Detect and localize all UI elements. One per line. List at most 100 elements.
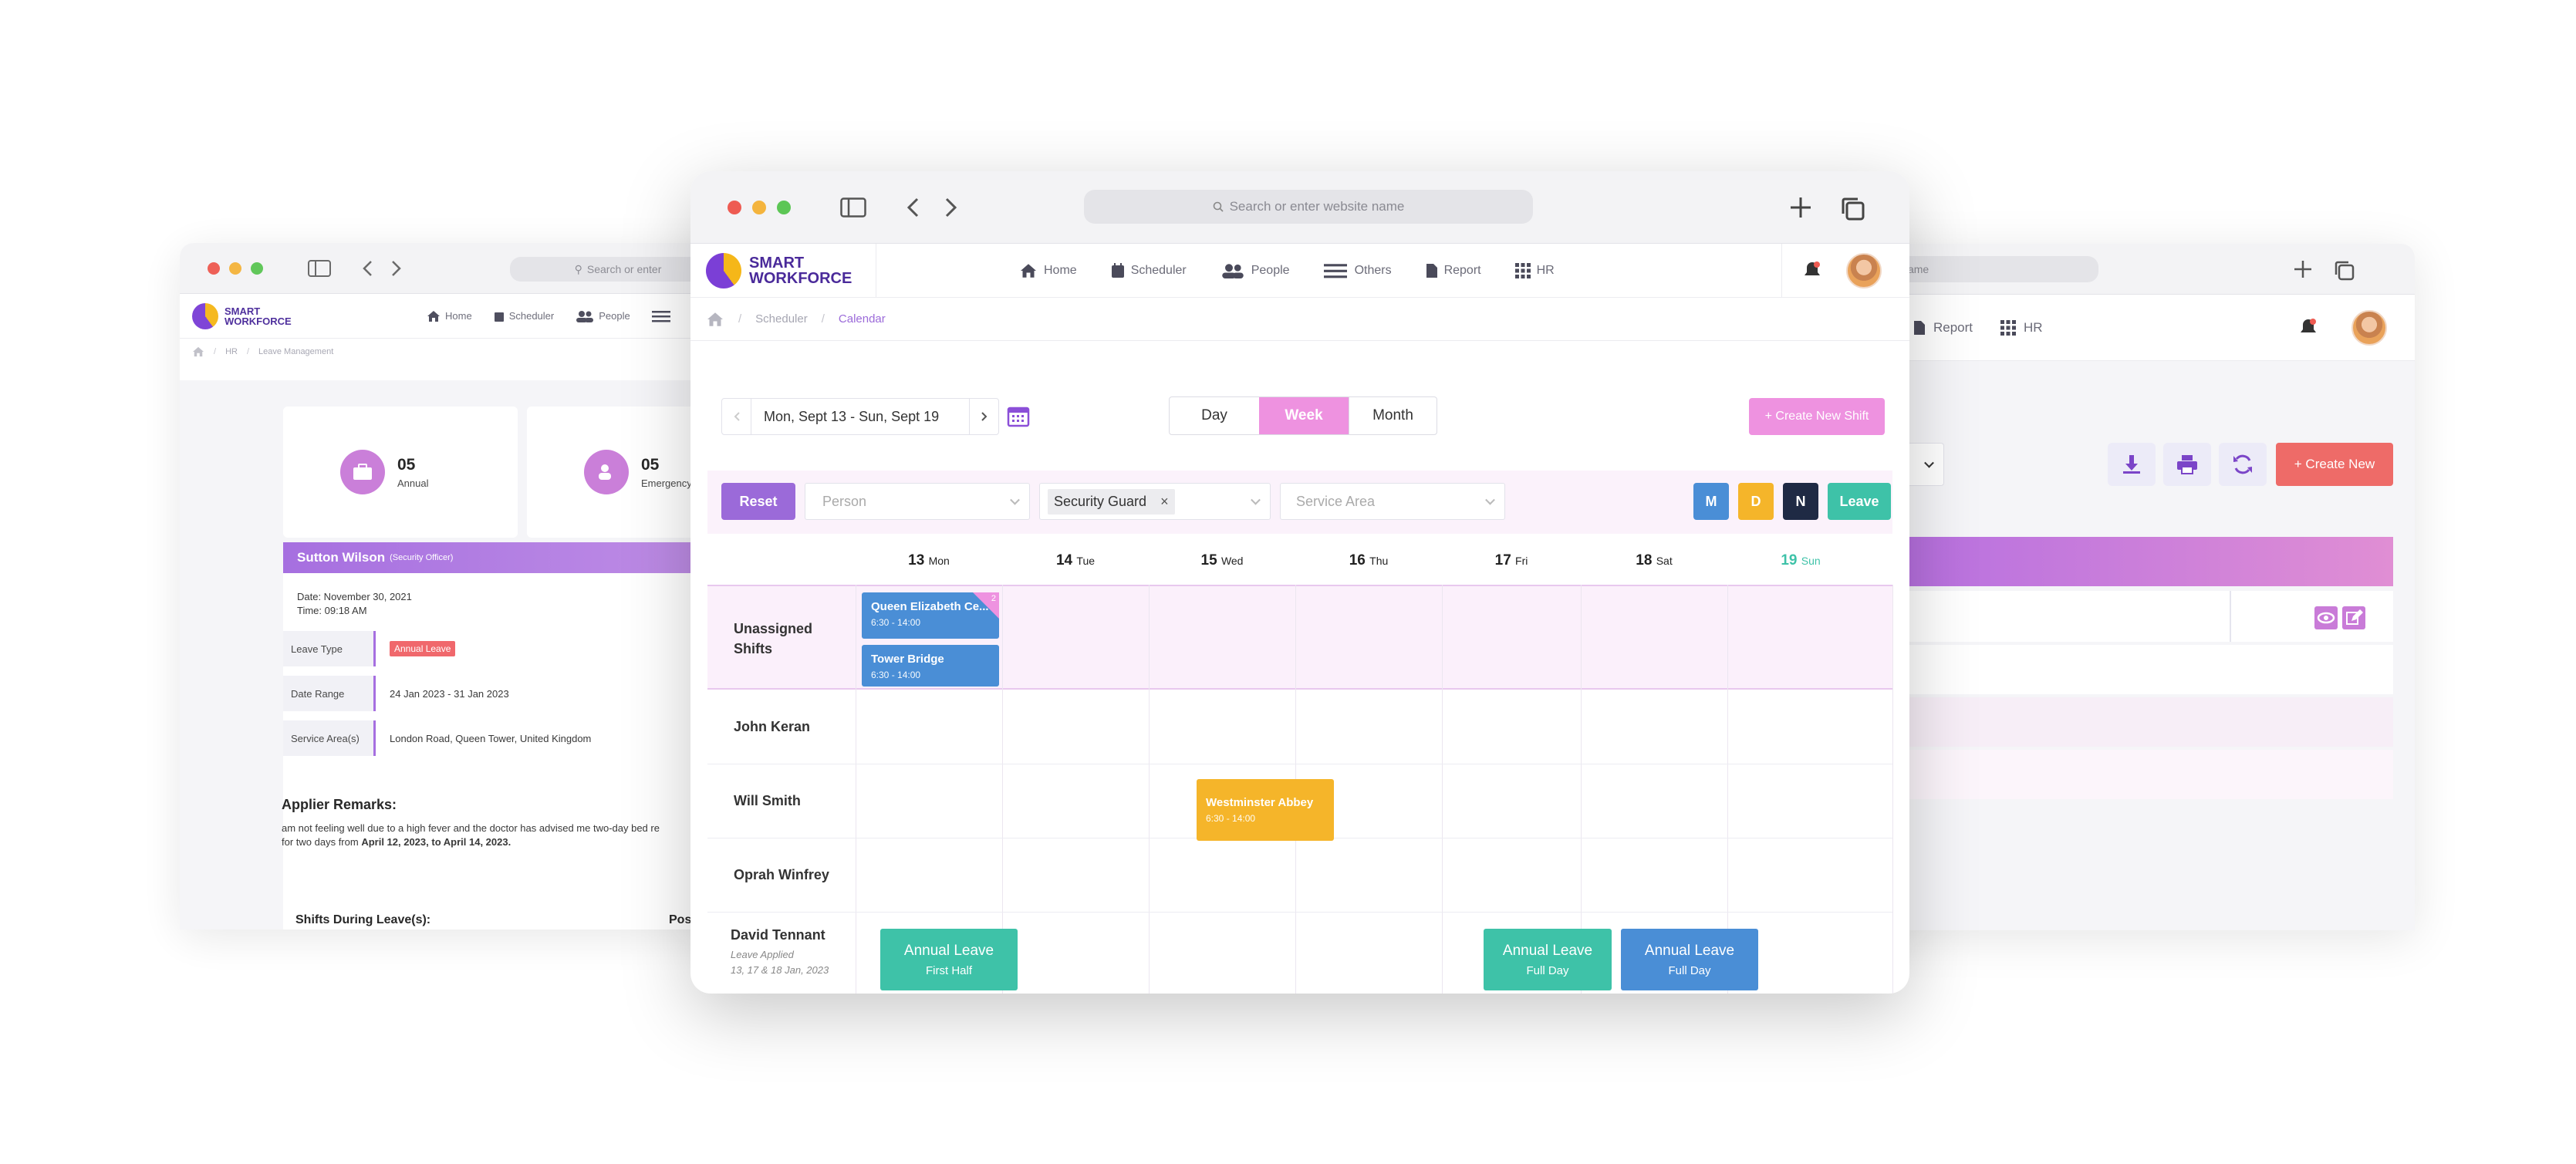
logo-icon bbox=[192, 302, 218, 329]
nav-others[interactable] bbox=[651, 310, 670, 322]
tab-week[interactable]: Week bbox=[1259, 397, 1349, 434]
new-tab-icon[interactable] bbox=[1789, 196, 1812, 219]
maximize-window-button[interactable] bbox=[777, 200, 791, 214]
download-icon bbox=[2123, 455, 2140, 474]
row-will-smith[interactable]: Will Smith bbox=[734, 793, 801, 809]
next-week-button[interactable] bbox=[969, 399, 998, 434]
shift-filter-morning[interactable]: M bbox=[1693, 483, 1729, 520]
report-icon bbox=[1426, 263, 1437, 278]
remove-chip-icon[interactable]: × bbox=[1160, 494, 1169, 509]
new-tab-icon[interactable] bbox=[2293, 259, 2313, 279]
nav-home[interactable]: Home bbox=[1019, 263, 1077, 278]
grid-icon bbox=[1514, 262, 1531, 278]
tabs-overview-icon[interactable] bbox=[2333, 259, 2355, 281]
shift-count-badge: 2 bbox=[991, 594, 996, 603]
breadcrumb-hr[interactable]: HR bbox=[225, 347, 238, 356]
prev-week-button[interactable] bbox=[722, 399, 751, 434]
tab-month[interactable]: Month bbox=[1349, 397, 1437, 434]
minimize-window-button[interactable] bbox=[229, 261, 241, 275]
row-david-tennant[interactable]: David Tennant bbox=[731, 927, 825, 943]
nav-report[interactable]: Report bbox=[1426, 263, 1481, 278]
home-icon[interactable] bbox=[706, 312, 724, 327]
calendar-picker-icon[interactable] bbox=[1007, 404, 1030, 427]
role-chip: Security Guard × bbox=[1048, 488, 1175, 515]
leave-block[interactable]: Annual Leave Full Day bbox=[1621, 929, 1758, 990]
leave-block[interactable]: Annual Leave First Half bbox=[880, 929, 1018, 990]
center-logo[interactable]: SMART WORKFORCE bbox=[706, 252, 852, 288]
back-icon[interactable] bbox=[362, 260, 373, 277]
nav-hr[interactable]: HR bbox=[1514, 262, 1555, 278]
briefcase-icon bbox=[340, 450, 385, 494]
notification-bell-icon[interactable] bbox=[1803, 261, 1821, 281]
create-new-shift-button[interactable]: + Create New Shift bbox=[1749, 398, 1885, 435]
center-app-header: SMART WORKFORCE Home Scheduler People Ot… bbox=[690, 244, 1909, 298]
sidebar-toggle-icon[interactable] bbox=[308, 259, 331, 277]
scheduler-window: Search or enter website name SMART WORKF… bbox=[690, 171, 1909, 994]
notification-bell-icon[interactable] bbox=[2299, 318, 2318, 338]
leave-type-badge: Annual Leave bbox=[390, 641, 456, 657]
maximize-window-button[interactable] bbox=[251, 261, 263, 275]
breadcrumb-scheduler[interactable]: Scheduler bbox=[755, 312, 808, 326]
leave-applied-note: Leave Applied bbox=[731, 949, 794, 960]
row-john-keran[interactable]: John Keran bbox=[734, 719, 810, 735]
calendar-icon bbox=[1111, 262, 1124, 278]
nav-hr[interactable]: HR bbox=[2000, 319, 2043, 336]
day-header: 14 Tue bbox=[1055, 552, 1096, 569]
shift-card[interactable]: Westminster Abbey 6:30 - 14:00 bbox=[1197, 779, 1334, 841]
edit-icon[interactable] bbox=[2342, 606, 2365, 629]
create-new-button[interactable]: + Create New bbox=[2276, 443, 2393, 486]
refresh-button[interactable] bbox=[2219, 443, 2267, 486]
print-button[interactable] bbox=[2163, 443, 2211, 486]
center-nav: Home Scheduler People Others Report HR bbox=[1019, 262, 1555, 278]
refresh-icon bbox=[2233, 454, 2252, 474]
shift-card[interactable]: Queen Elizabeth Ce... 6:30 - 14:00 2 bbox=[862, 592, 999, 639]
calendar-icon bbox=[494, 312, 504, 322]
date-range-picker: Mon, Sept 13 - Sun, Sept 19 bbox=[721, 398, 999, 435]
person-select[interactable]: Person bbox=[805, 483, 1030, 520]
tabs-overview-icon[interactable] bbox=[1840, 196, 1865, 221]
close-window-button[interactable] bbox=[728, 200, 741, 214]
user-plus-icon bbox=[584, 450, 629, 494]
view-icon[interactable] bbox=[2314, 606, 2338, 629]
close-window-button[interactable] bbox=[208, 261, 220, 275]
row-oprah-winfrey[interactable]: Oprah Winfrey bbox=[734, 867, 829, 883]
shift-filter-day[interactable]: D bbox=[1738, 483, 1774, 520]
shift-card[interactable]: Tower Bridge 6:30 - 14:00 bbox=[862, 645, 999, 687]
user-avatar[interactable] bbox=[1846, 253, 1882, 288]
sidebar-toggle-icon[interactable] bbox=[840, 197, 866, 218]
left-logo[interactable]: SMART WORKFORCE bbox=[192, 302, 292, 329]
forward-icon[interactable] bbox=[945, 197, 957, 218]
reset-button[interactable]: Reset bbox=[721, 483, 795, 520]
nav-people[interactable]: People bbox=[1220, 263, 1290, 278]
user-avatar[interactable] bbox=[2351, 310, 2387, 346]
role-select[interactable]: Security Guard × bbox=[1039, 483, 1271, 520]
stage: ⚲ Search or enter SMART WORKFORCE Home S… bbox=[0, 0, 2576, 1164]
breadcrumb-leave[interactable]: Leave Management bbox=[258, 347, 333, 356]
nav-scheduler[interactable]: Scheduler bbox=[1111, 262, 1187, 278]
nav-home[interactable]: Home bbox=[427, 310, 472, 322]
menu-icon bbox=[651, 310, 670, 322]
nav-others[interactable]: Others bbox=[1323, 263, 1392, 278]
home-icon[interactable] bbox=[192, 346, 204, 357]
view-toggle: Day Week Month bbox=[1169, 396, 1437, 435]
shift-filter-leave[interactable]: Leave bbox=[1828, 483, 1891, 520]
search-icon: ⚲ bbox=[574, 262, 582, 275]
tab-day[interactable]: Day bbox=[1170, 397, 1259, 434]
service-area-select[interactable]: Service Area bbox=[1280, 483, 1505, 520]
center-breadcrumb: / Scheduler / Calendar bbox=[690, 298, 1909, 341]
download-button[interactable] bbox=[2108, 443, 2156, 486]
day-header: 18 Sat bbox=[1636, 552, 1673, 569]
nav-people[interactable]: People bbox=[576, 310, 630, 322]
nav-report[interactable]: Report bbox=[1913, 320, 1973, 336]
nav-scheduler[interactable]: Scheduler bbox=[494, 310, 554, 322]
breadcrumb-calendar[interactable]: Calendar bbox=[839, 312, 886, 326]
shift-filter-night[interactable]: N bbox=[1783, 483, 1818, 520]
date-range-label[interactable]: Mon, Sept 13 - Sun, Sept 19 bbox=[751, 409, 969, 425]
forward-icon[interactable] bbox=[391, 260, 402, 277]
back-icon[interactable] bbox=[906, 197, 919, 218]
center-url-bar[interactable]: Search or enter website name bbox=[1084, 190, 1533, 224]
minimize-window-button[interactable] bbox=[752, 200, 766, 214]
day-header: 15 Wed bbox=[1200, 552, 1244, 569]
leave-block[interactable]: Annual Leave Full Day bbox=[1484, 929, 1612, 990]
print-icon bbox=[2177, 455, 2197, 474]
